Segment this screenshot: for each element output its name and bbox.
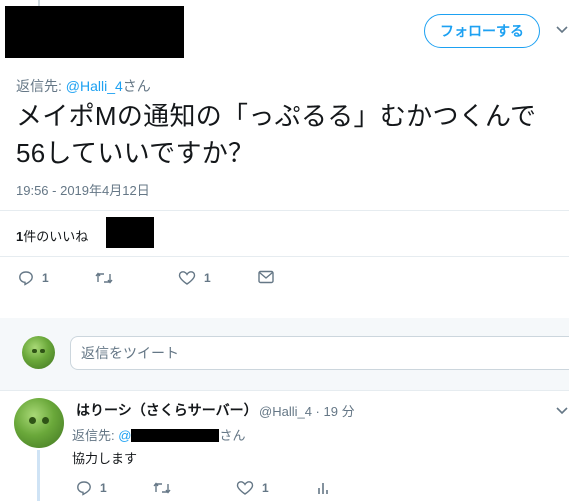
reply-input-placeholder: 返信をツイート bbox=[81, 345, 179, 361]
reply-to-mention[interactable]: @Halli_4 bbox=[66, 78, 123, 94]
reply-action[interactable]: 1 bbox=[18, 270, 49, 286]
reply-author-handle[interactable]: @Halli_4 · 19 分 bbox=[259, 401, 355, 420]
reply-like-action[interactable]: 1 bbox=[236, 480, 269, 496]
analytics-action[interactable] bbox=[316, 480, 330, 496]
reply-count: 1 bbox=[42, 271, 49, 285]
dm-action[interactable] bbox=[258, 270, 274, 284]
likes-stat[interactable]: 1件のいいね bbox=[16, 226, 88, 245]
like-action[interactable]: 1 bbox=[178, 270, 211, 286]
divider bbox=[0, 390, 569, 391]
like-icon bbox=[236, 480, 254, 496]
reply-reply-to-prefix: 返信先: bbox=[72, 428, 119, 443]
reply-text: 協力します bbox=[72, 451, 138, 466]
tweet-text: メイポMの通知の「っぷるる」むかつくんで 56していいですか？ bbox=[16, 98, 556, 172]
reply-icon bbox=[76, 480, 92, 496]
chevron-down-icon[interactable] bbox=[556, 26, 568, 34]
reply-reply-to-mention[interactable]: @ bbox=[118, 428, 131, 443]
follow-button-label: フォローする bbox=[440, 23, 524, 39]
retweet-action[interactable] bbox=[94, 270, 122, 286]
reply-reply-action[interactable]: 1 bbox=[76, 480, 107, 496]
reply-author-avatar[interactable] bbox=[14, 398, 64, 448]
reply-reply-count: 1 bbox=[100, 481, 107, 495]
reply-to-suffix: さん bbox=[122, 78, 151, 94]
reply-to-prefix: 返信先: bbox=[16, 78, 66, 94]
tweet-text-line2: 56していいですか？ bbox=[16, 138, 255, 168]
divider bbox=[0, 210, 569, 211]
redacted-mention bbox=[131, 429, 220, 442]
reply-to: 返信先: @Halli_4さん bbox=[16, 76, 151, 96]
retweet-icon bbox=[94, 270, 114, 286]
reply-retweet-action[interactable] bbox=[152, 480, 180, 496]
divider bbox=[0, 256, 569, 257]
follow-button[interactable]: フォローする bbox=[424, 14, 540, 48]
reply-input[interactable]: 返信をツイート bbox=[70, 336, 569, 370]
reply-author-name[interactable]: はりーシ（さくらサーバー） bbox=[76, 400, 258, 420]
thread-line bbox=[37, 450, 40, 501]
redacted-liker-avatar bbox=[106, 217, 154, 248]
like-icon bbox=[178, 270, 196, 286]
like-count: 1 bbox=[204, 271, 211, 285]
likes-label: 件のいいね bbox=[23, 229, 89, 244]
chevron-down-icon[interactable] bbox=[556, 407, 568, 415]
analytics-icon bbox=[316, 480, 330, 496]
dm-icon bbox=[258, 270, 274, 284]
reply-like-count: 1 bbox=[262, 481, 269, 495]
redacted-author bbox=[5, 6, 184, 58]
retweet-icon bbox=[152, 480, 172, 496]
tweet-text-line1: メイポMの通知の「っぷるる」むかつくんで bbox=[16, 101, 537, 131]
reply-reply-to: 返信先: @ さん bbox=[72, 425, 245, 444]
current-user-avatar bbox=[22, 336, 55, 369]
reply-icon bbox=[18, 270, 34, 286]
reply-reply-to-suffix: さん bbox=[219, 428, 246, 443]
tweet-timestamp[interactable]: 19:56 - 2019年4月12日 bbox=[16, 180, 150, 199]
